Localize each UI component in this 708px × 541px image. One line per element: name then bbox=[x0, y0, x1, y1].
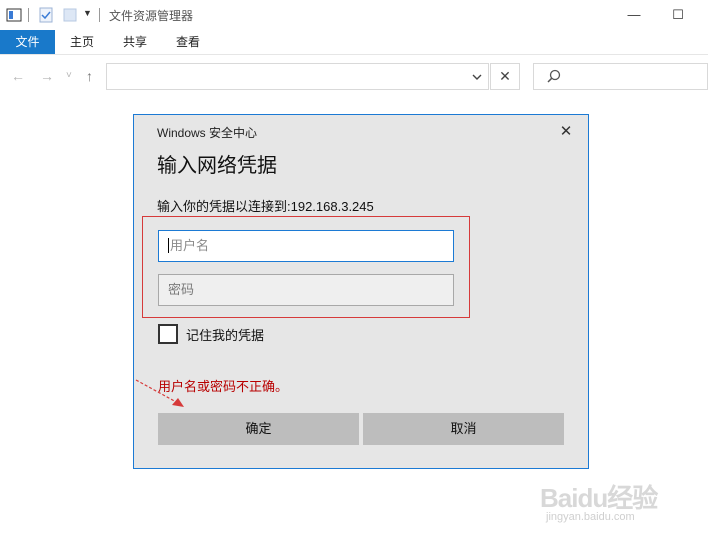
new-folder-icon[interactable] bbox=[62, 7, 78, 23]
forward-arrow-icon[interactable]: → bbox=[40, 68, 54, 84]
ribbon-tabs: 文件 主页 共享 查看 bbox=[0, 30, 708, 55]
dialog-title: Windows 安全中心 bbox=[157, 126, 258, 140]
tab-view[interactable]: 查看 bbox=[166, 30, 210, 54]
search-icon bbox=[547, 69, 561, 83]
back-arrow-icon[interactable]: ← bbox=[11, 68, 25, 84]
annotation-highlight-box bbox=[142, 216, 470, 318]
dialog-heading: 输入网络凭据 bbox=[157, 155, 277, 177]
annotation-arrow-icon bbox=[135, 379, 184, 407]
toolbar-separator bbox=[99, 8, 100, 22]
toolbar-separator bbox=[28, 8, 29, 22]
minimize-button[interactable]: — bbox=[622, 4, 646, 26]
check-document-icon[interactable] bbox=[38, 7, 54, 23]
baidu-watermark: Baidu经验 jingyan.baidu.com bbox=[538, 478, 708, 528]
title-bar: ▼ 文件资源管理器 — ☐ bbox=[0, 0, 708, 30]
remember-credentials-label[interactable]: 记住我的凭据 bbox=[186, 325, 264, 344]
watermark-logo-text: Baidu经验 bbox=[540, 483, 658, 513]
remember-credentials-checkbox[interactable] bbox=[158, 324, 178, 344]
up-arrow-icon[interactable]: ↑ bbox=[86, 68, 93, 84]
dialog-description: 输入你的凭据以连接到:192.168.3.245 bbox=[157, 199, 374, 214]
address-bar[interactable] bbox=[106, 63, 489, 90]
tab-file[interactable]: 文件 bbox=[0, 30, 55, 54]
customize-toolbar-chevron-icon[interactable]: ▼ bbox=[83, 8, 92, 18]
search-box[interactable] bbox=[533, 63, 708, 90]
properties-icon[interactable] bbox=[6, 7, 22, 23]
recent-locations-chevron-icon[interactable]: ˅ bbox=[66, 70, 72, 81]
maximize-button[interactable]: ☐ bbox=[666, 4, 690, 26]
cancel-button[interactable]: 取消 bbox=[363, 413, 564, 445]
watermark-url: jingyan.baidu.com bbox=[546, 511, 635, 523]
window-title: 文件资源管理器 bbox=[109, 9, 194, 23]
navigation-bar: ← → ˅ ↑ ✕ bbox=[0, 56, 708, 100]
dialog-close-button[interactable]: ✕ bbox=[554, 121, 578, 143]
tab-home[interactable]: 主页 bbox=[60, 30, 104, 54]
address-dropdown-chevron-icon[interactable] bbox=[472, 72, 482, 82]
ok-button[interactable]: 确定 bbox=[158, 413, 359, 445]
tab-share[interactable]: 共享 bbox=[113, 30, 157, 54]
clear-address-button[interactable]: ✕ bbox=[490, 63, 520, 90]
